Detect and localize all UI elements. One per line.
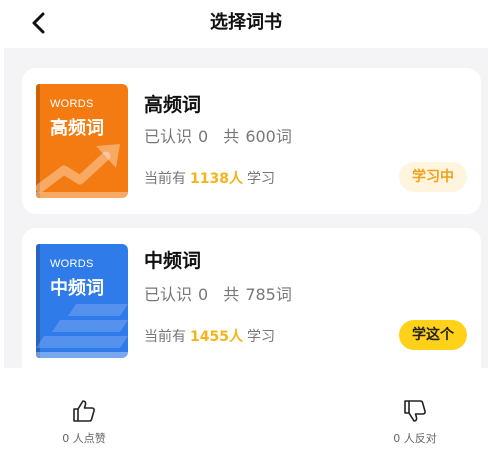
total-count: 785 (245, 285, 276, 304)
like-button[interactable]: 0 人点赞 (34, 398, 134, 446)
learners-count: 1455人 (190, 329, 243, 345)
known-count: 0 (198, 285, 209, 304)
book-name: 高频词 (144, 94, 202, 116)
total-count: 600 (245, 127, 276, 146)
dislike-count-label: 0 人反对 (393, 432, 437, 445)
cover-pages (36, 192, 128, 198)
learner-info: 当前有 1138人 学习 (144, 168, 275, 188)
cover-pages (36, 352, 128, 358)
dislike-button[interactable]: 0 人反对 (365, 398, 465, 446)
total-unit: 词 (275, 127, 292, 146)
cover-title-en: WORDS (50, 98, 94, 110)
known-label: 已认识 (144, 127, 193, 146)
learner-info: 当前有 1455人 学习 (144, 326, 275, 346)
total-label: 共 (223, 127, 240, 146)
learners-count: 1138人 (190, 171, 243, 187)
trend-arrow-icon (36, 144, 120, 193)
book-cover: WORDS 中频词 (36, 244, 128, 358)
thumbs-up-icon (73, 400, 95, 422)
cover-title-en: WORDS (50, 258, 94, 270)
learners-prefix: 当前有 (144, 171, 186, 187)
stairs-pattern-icon (36, 304, 128, 348)
book-cover: WORDS 高频词 (36, 84, 128, 198)
learners-suffix: 学习 (246, 171, 275, 187)
book-card-high-frequency[interactable]: WORDS 高频词 高频词 已认识 0 共 600词 当前有 1138人 学习 学习中 (22, 68, 481, 214)
book-list: WORDS 高频词 高频词 已认识 0 共 600词 当前有 1138人 学习 学习中 … (4, 48, 488, 368)
page-title: 选择词书 (210, 12, 282, 33)
word-stats: 已认识 0 共 785词 (144, 281, 298, 305)
learners-prefix: 当前有 (144, 329, 186, 345)
book-name: 中频词 (144, 250, 202, 272)
like-count-label: 0 人点赞 (62, 432, 106, 445)
total-unit: 词 (275, 285, 292, 304)
thumbs-down-icon (404, 400, 426, 422)
total-label: 共 (223, 285, 240, 304)
learners-suffix: 学习 (246, 329, 275, 345)
study-this-button[interactable]: 学这个 (399, 320, 467, 350)
top-nav-bar: 选择词书 (0, 0, 492, 46)
studying-button[interactable]: 学习中 (399, 162, 467, 192)
known-count: 0 (198, 127, 209, 146)
word-stats: 已认识 0 共 600词 (144, 123, 298, 147)
known-label: 已认识 (144, 285, 193, 304)
book-card-mid-frequency[interactable]: WORDS 中频词 中频词 已认识 0 共 785词 当前有 1455人 学习 学这个 (22, 228, 481, 368)
